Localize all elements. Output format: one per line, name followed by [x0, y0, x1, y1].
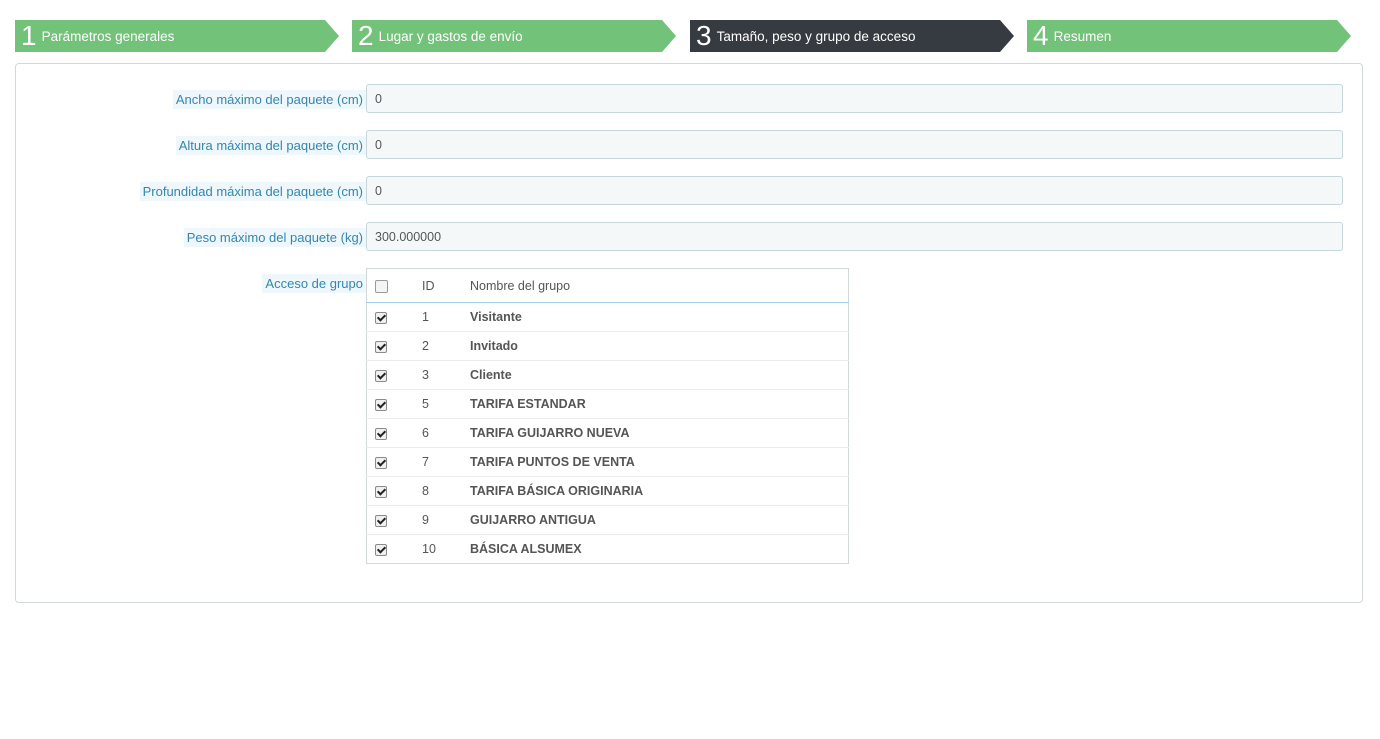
wizard-steps: 1 Parámetros generales 2 Lugar y gastos …: [15, 20, 1365, 52]
wizard-step-shipping-locations[interactable]: 2 Lugar y gastos de envío: [352, 20, 676, 52]
group-checkbox[interactable]: [375, 456, 387, 469]
group-name: BÁSICA ALSUMEX: [470, 542, 582, 556]
group-checkbox[interactable]: [375, 398, 387, 411]
group-checkbox-cell: [366, 418, 422, 448]
group-checkbox-cell: [367, 535, 423, 564]
group-checkbox[interactable]: [375, 369, 387, 382]
wizard-step-general-params[interactable]: 1 Parámetros generales: [15, 20, 339, 52]
form-panel: Ancho máximo del paquete (cm) Altura máx…: [15, 63, 1363, 603]
form-group-group-access: Acceso de grupo ID Nombre del grupo 1 Vis…: [16, 268, 1362, 564]
table-row: 3 Cliente: [366, 360, 849, 390]
step-label: Lugar y gastos de envío: [378, 28, 523, 44]
step-label: Tamaño, peso y grupo de acceso: [716, 28, 916, 44]
group-checkbox[interactable]: [375, 514, 387, 527]
group-access-label: Acceso de grupo: [262, 274, 366, 293]
max-weight-input[interactable]: [366, 222, 1343, 251]
group-id: 3: [422, 360, 470, 390]
group-id: 1: [422, 302, 470, 332]
group-checkbox[interactable]: [375, 485, 387, 498]
step-number: 1: [21, 20, 37, 51]
group-rows: 1 Visitante 2 Invitado 3 Cliente 5 TARIFA ESTAN…: [366, 302, 849, 564]
group-name: Visitante: [470, 302, 849, 332]
max-weight-label: Peso máximo del paquete (kg): [183, 228, 366, 247]
table-row: 9 GUIJARRO ANTIGUA: [366, 505, 849, 535]
group-checkbox[interactable]: [375, 427, 387, 440]
table-row: 1 Visitante: [366, 302, 849, 332]
group-checkbox[interactable]: [375, 311, 387, 324]
step-label: Resumen: [1053, 28, 1112, 44]
group-checkbox-cell: [366, 505, 422, 535]
group-id: 8: [422, 476, 470, 506]
group-name: Cliente: [470, 360, 849, 390]
group-id: 6: [422, 418, 470, 448]
group-checkbox-cell: [366, 476, 422, 506]
group-name: TARIFA ESTANDAR: [470, 389, 849, 419]
table-header-row: ID Nombre del grupo: [366, 268, 849, 303]
step-number: 4: [1033, 20, 1049, 51]
select-all-cell: [366, 268, 422, 303]
max-width-input[interactable]: [366, 84, 1343, 113]
group-access-table: ID Nombre del grupo 1 Visitante 2 Invitado 3…: [366, 268, 849, 564]
group-name: TARIFA PUNTOS DE VENTA: [470, 447, 849, 477]
group-checkbox-cell: [366, 389, 422, 419]
group-id: 2: [422, 331, 470, 361]
group-id: 7: [422, 447, 470, 477]
max-depth-label: Profundidad máxima del paquete (cm): [139, 182, 366, 201]
group-name: Invitado: [470, 331, 849, 361]
form-group-max-weight: Peso máximo del paquete (kg): [16, 222, 1362, 254]
group-id: 10: [422, 542, 436, 556]
step-number: 2: [358, 20, 374, 51]
group-checkbox[interactable]: [375, 340, 387, 353]
max-depth-input[interactable]: [366, 176, 1343, 205]
select-all-checkbox[interactable]: [375, 279, 388, 293]
group-id: 9: [422, 505, 470, 535]
table-row: 10 BÁSICA ALSUMEX: [367, 535, 849, 564]
group-checkbox-cell: [366, 331, 422, 361]
table-row: 7 TARIFA PUNTOS DE VENTA: [366, 447, 849, 477]
group-name-column-header: Nombre del grupo: [470, 268, 849, 303]
group-checkbox[interactable]: [375, 543, 387, 556]
form-group-max-height: Altura máxima del paquete (cm): [16, 130, 1362, 162]
group-id: 5: [422, 389, 470, 419]
group-name: TARIFA BÁSICA ORIGINARIA: [470, 476, 849, 506]
group-checkbox-cell: [366, 302, 422, 332]
wizard-step-summary[interactable]: 4 Resumen: [1027, 20, 1351, 52]
group-name: GUIJARRO ANTIGUA: [470, 505, 849, 535]
max-height-input[interactable]: [366, 130, 1343, 159]
step-number: 3: [696, 20, 712, 51]
step-label: Parámetros generales: [41, 28, 175, 44]
max-height-label: Altura máxima del paquete (cm): [175, 136, 366, 155]
group-name: TARIFA GUIJARRO NUEVA: [470, 418, 849, 448]
id-column-header: ID: [422, 268, 470, 303]
form-group-max-width: Ancho máximo del paquete (cm): [16, 84, 1362, 116]
table-row: 5 TARIFA ESTANDAR: [366, 389, 849, 419]
form-group-max-depth: Profundidad máxima del paquete (cm): [16, 176, 1362, 208]
table-row: 6 TARIFA GUIJARRO NUEVA: [366, 418, 849, 448]
table-row: 2 Invitado: [366, 331, 849, 361]
max-width-label: Ancho máximo del paquete (cm): [172, 90, 366, 109]
wizard-step-size-weight-access[interactable]: 3 Tamaño, peso y grupo de acceso: [690, 20, 1014, 52]
group-checkbox-cell: [366, 360, 422, 390]
group-checkbox-cell: [366, 447, 422, 477]
table-row: 8 TARIFA BÁSICA ORIGINARIA: [366, 476, 849, 506]
